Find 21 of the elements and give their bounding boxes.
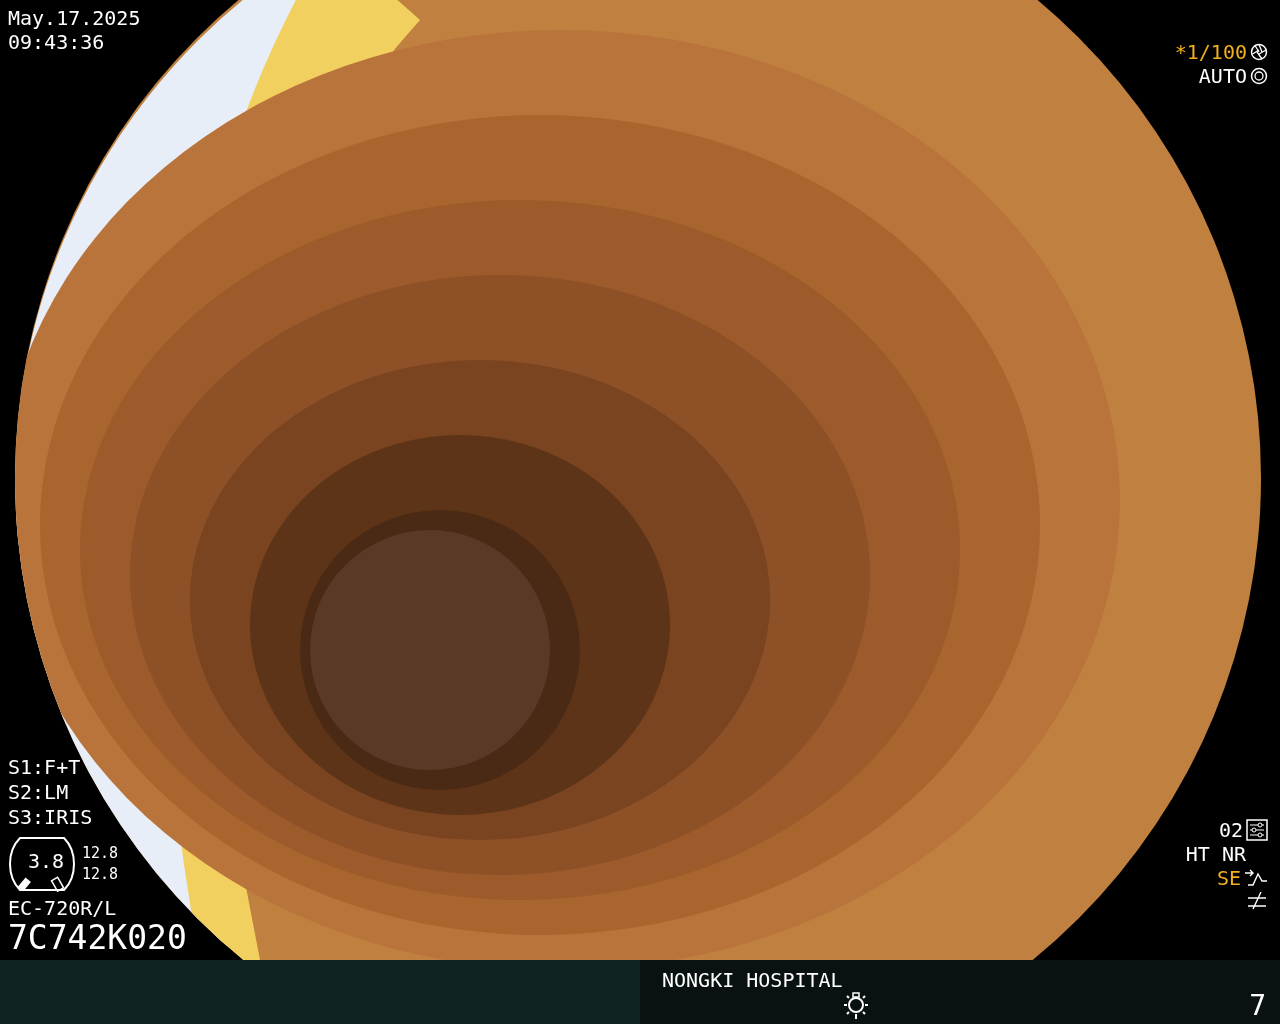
structure-mode: SE (1216, 866, 1241, 890)
time-text: 09:43:36 (8, 30, 106, 54)
switch-label: S2:LM (8, 780, 70, 805)
sliders-icon (1246, 819, 1268, 841)
aperture-icon (1250, 43, 1268, 61)
image-counter: 7 (1249, 989, 1266, 1022)
iris-mode: AUTO (1198, 64, 1247, 88)
gauge-reading: 12.8 (82, 843, 119, 864)
scope-serial: 7C742K020 (8, 920, 187, 956)
scope-model: EC-720R/L (8, 896, 118, 920)
gauge-reading: 12.8 (82, 864, 119, 885)
shutter-speed: *1/100 (1174, 40, 1247, 64)
enhance-mode: HT NR (1185, 842, 1246, 866)
switch-label: S3:IRIS (8, 805, 94, 830)
date-text: May.17.2025 (8, 6, 142, 30)
hospital-name: NONGKI HOSPITAL (662, 968, 843, 994)
preset-number: 02 (1218, 818, 1243, 842)
aperture-icon (1250, 67, 1268, 85)
gauge-icon (8, 834, 76, 894)
gauge-value: 3.8 (28, 849, 65, 873)
switch-label: S1:F+T (8, 755, 82, 780)
